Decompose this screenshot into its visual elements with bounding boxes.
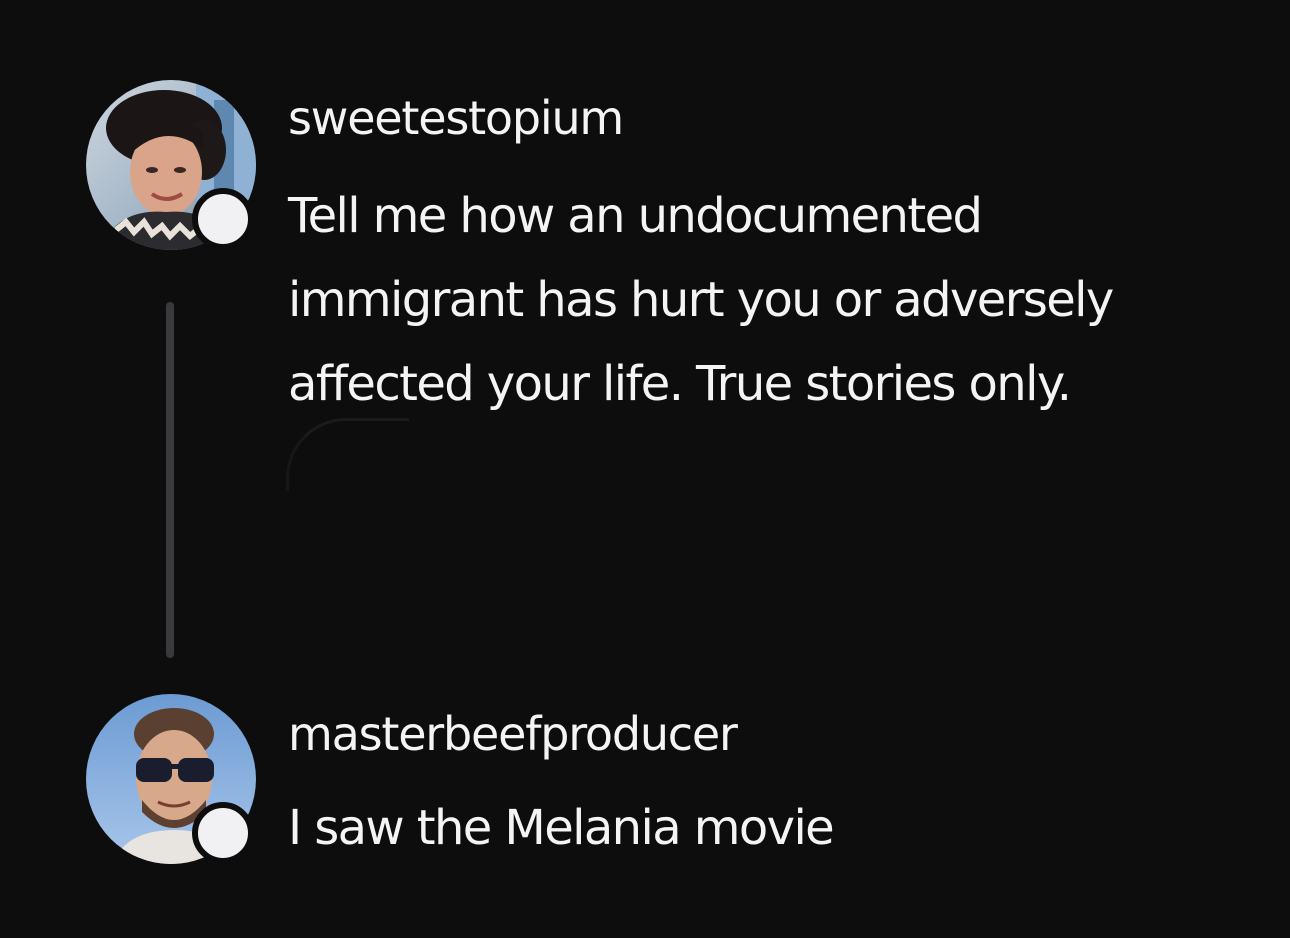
avatar-container[interactable] bbox=[86, 694, 258, 866]
post-text-line: immigrant has hurt you or adversely bbox=[288, 272, 1114, 328]
username[interactable]: masterbeefproducer bbox=[288, 706, 738, 762]
post-text-line: Tell me how an undocumented bbox=[288, 188, 983, 244]
status-badge-icon bbox=[192, 188, 254, 250]
username[interactable]: sweetestopium bbox=[288, 90, 624, 146]
post-text: Tell me how an undocumented immigrant ha… bbox=[288, 174, 1268, 426]
status-badge-icon bbox=[192, 802, 254, 864]
reply-thread: sweetestopium Tell me how an undocumente… bbox=[0, 0, 1290, 938]
post-text: I saw the Melania movie bbox=[288, 786, 1268, 870]
thread-connector-line bbox=[166, 302, 174, 658]
avatar-container[interactable] bbox=[86, 80, 258, 252]
post-text-line: I saw the Melania movie bbox=[288, 800, 835, 856]
faded-artifact bbox=[286, 418, 409, 491]
post-text-line: affected your life. True stories only. bbox=[288, 356, 1072, 412]
